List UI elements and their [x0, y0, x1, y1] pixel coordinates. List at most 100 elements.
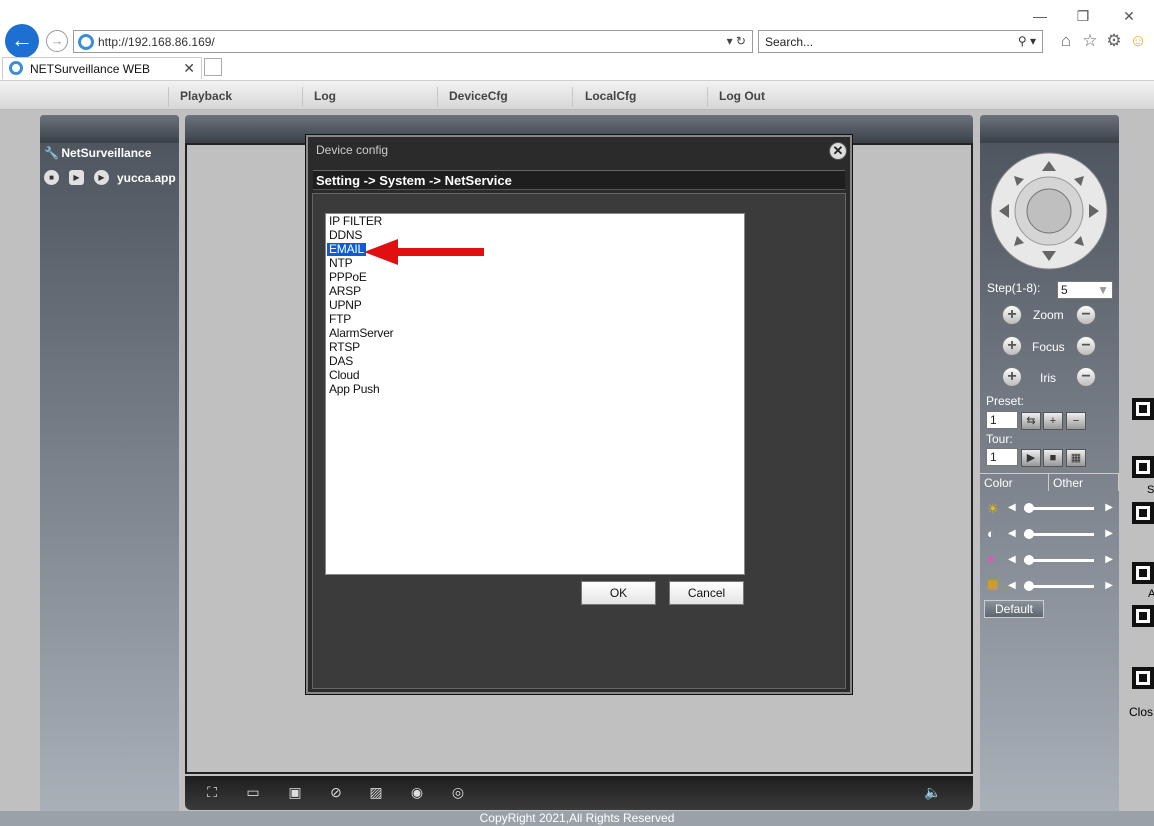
hue-slider[interactable]: ◀ ▶ — [1008, 579, 1113, 593]
device-tree-panel: 🔧 NetSurveillance ■ ▶ ▶ yucca.app — [40, 115, 179, 811]
brightness-slider[interactable]: ◀ ▶ — [1008, 501, 1113, 515]
list-item[interactable]: PPPoE — [329, 271, 367, 284]
device-config-dialog: Device config ✕ Setting -> System -> Net… — [306, 135, 852, 694]
list-item[interactable]: RTSP — [329, 341, 360, 354]
tab-close-icon[interactable]: ✕ — [183, 60, 195, 77]
brightness-icon: ☀ — [987, 501, 999, 516]
menu-separator — [572, 87, 573, 107]
stop-icon[interactable]: ■ — [44, 170, 59, 185]
dropdown-refresh-icon[interactable]: ▾ ↻ — [727, 34, 746, 48]
iris-open-button[interactable]: + — [1002, 367, 1022, 387]
iris-label: Iris — [1040, 371, 1056, 385]
tour-input[interactable]: 1 — [986, 448, 1018, 466]
menu-separator — [437, 87, 438, 107]
menu-log[interactable]: Log — [314, 89, 336, 103]
list-item[interactable]: App Push — [329, 383, 380, 396]
search-box[interactable]: Search... ⚲ ▾ — [758, 30, 1043, 53]
play-square-icon[interactable]: ▶ — [69, 170, 84, 185]
list-item[interactable]: ARSP — [329, 285, 361, 298]
camera-play-icon[interactable]: ◉ — [404, 781, 430, 803]
close-icon[interactable]: ✕ — [829, 142, 847, 160]
mute-icon[interactable]: 🔈 — [920, 781, 946, 803]
focus-in-button[interactable]: + — [1002, 336, 1022, 356]
default-button[interactable]: Default — [984, 600, 1044, 618]
ie-icon — [78, 34, 94, 50]
minimize-icon[interactable]: — — [1028, 6, 1052, 26]
zoom-out-button[interactable]: − — [1076, 305, 1096, 325]
menu-separator — [168, 87, 169, 107]
forward-button[interactable]: → — [46, 30, 68, 52]
footer-copyright: CopyRight 2021,All Rights Reserved — [0, 811, 1154, 826]
preset-add-icon[interactable]: + — [1043, 412, 1063, 430]
ok-button[interactable]: OK — [581, 581, 656, 605]
address-bar[interactable]: http://192.168.86.169/ ▾ ↻ — [73, 30, 753, 53]
qr-code-icon — [1132, 667, 1154, 689]
device-name[interactable]: yucca.app — [117, 171, 176, 185]
menu-logout[interactable]: Log Out — [719, 89, 765, 103]
favorites-star-icon[interactable]: ☆ — [1080, 31, 1100, 51]
address-url: http://192.168.86.169/ — [98, 35, 215, 49]
close-window-icon[interactable]: ✕ — [1117, 6, 1141, 26]
zoom-in-button[interactable]: + — [1002, 305, 1022, 325]
wrench-icon: 🔧 — [44, 146, 59, 160]
focus-label: Focus — [1032, 340, 1065, 354]
tab-other[interactable]: Other — [1048, 473, 1119, 491]
hue-icon: ▦ — [987, 577, 999, 591]
tree-root[interactable]: 🔧 NetSurveillance — [44, 146, 151, 160]
iris-close-button[interactable]: − — [1076, 367, 1096, 387]
list-item[interactable]: Cloud — [329, 369, 360, 382]
settings-gear-icon[interactable]: ⚙ — [1104, 31, 1124, 51]
preset-input[interactable]: 1 — [986, 411, 1018, 429]
list-item[interactable]: NTP — [329, 257, 353, 270]
list-item[interactable]: DAS — [329, 355, 353, 368]
camera-stop-icon[interactable]: ◎ — [445, 781, 471, 803]
tour-stop-icon[interactable]: ■ — [1043, 449, 1063, 467]
netservice-list[interactable]: IP FILTER DDNS EMAIL NTP PPPoE ARSP UPNP… — [325, 213, 745, 575]
list-item[interactable]: DDNS — [329, 229, 362, 242]
side-text-fragment: Clos — [1129, 705, 1154, 719]
step-label: Step(1-8): — [987, 281, 1041, 295]
qr-code-icon — [1132, 456, 1154, 478]
breadcrumb: Setting -> System -> NetService — [313, 170, 845, 190]
cancel-button[interactable]: Cancel — [669, 581, 744, 605]
list-item-selected[interactable]: EMAIL — [327, 243, 367, 256]
preset-goto-icon[interactable]: ⇆ — [1021, 412, 1041, 430]
menu-playback[interactable]: Playback — [180, 89, 232, 103]
menu-devicecfg[interactable]: DeviceCfg — [449, 89, 508, 103]
contrast-slider[interactable]: ◀ ▶ — [1008, 527, 1113, 541]
panel-header — [40, 115, 179, 143]
preset-remove-icon[interactable]: − — [1066, 412, 1086, 430]
restore-icon[interactable]: ❐ — [1071, 6, 1095, 26]
side-text-fragment: S — [1147, 484, 1154, 496]
panel-header — [980, 115, 1119, 143]
start-record-icon[interactable]: ▣ — [282, 781, 308, 803]
list-item[interactable]: IP FILTER — [329, 215, 382, 228]
qr-code-icon — [1132, 605, 1154, 627]
menu-separator — [707, 87, 708, 107]
tour-play-icon[interactable]: ▶ — [1021, 449, 1041, 467]
single-view-icon[interactable]: ▭ — [240, 781, 266, 803]
ptz-direction-pad[interactable] — [990, 151, 1108, 271]
saturation-slider[interactable]: ◀ ▶ — [1008, 553, 1113, 567]
smiley-feedback-icon[interactable]: ☺ — [1128, 31, 1148, 51]
step-select[interactable]: 5 ▼ — [1057, 281, 1113, 299]
home-icon[interactable]: ⌂ — [1056, 31, 1076, 51]
new-tab-button[interactable] — [204, 58, 222, 76]
browser-tab[interactable]: NETSurveillance WEB ✕ — [2, 57, 202, 79]
tour-grid-icon[interactable]: ▦ — [1066, 449, 1086, 467]
snapshot-icon[interactable]: ▨ — [363, 781, 389, 803]
search-icon[interactable]: ⚲ ▾ — [1018, 34, 1036, 48]
focus-out-button[interactable]: − — [1076, 336, 1096, 356]
tab-color[interactable]: Color — [980, 473, 1048, 491]
back-button[interactable]: ← — [5, 24, 39, 58]
menu-localcfg[interactable]: LocalCfg — [585, 89, 636, 103]
list-item[interactable]: UPNP — [329, 299, 362, 312]
video-toolbar: ⛶ ▭ ▣ ⊘ ▨ ◉ ◎ 🔈 — [185, 776, 973, 810]
fullscreen-icon[interactable]: ⛶ — [199, 781, 225, 803]
search-placeholder: Search... — [765, 35, 814, 49]
stop-record-icon[interactable]: ⊘ — [323, 781, 349, 803]
play-circle-icon[interactable]: ▶ — [94, 170, 109, 185]
list-item[interactable]: AlarmServer — [329, 327, 394, 340]
side-text-fragment: A — [1148, 588, 1154, 600]
list-item[interactable]: FTP — [329, 313, 351, 326]
